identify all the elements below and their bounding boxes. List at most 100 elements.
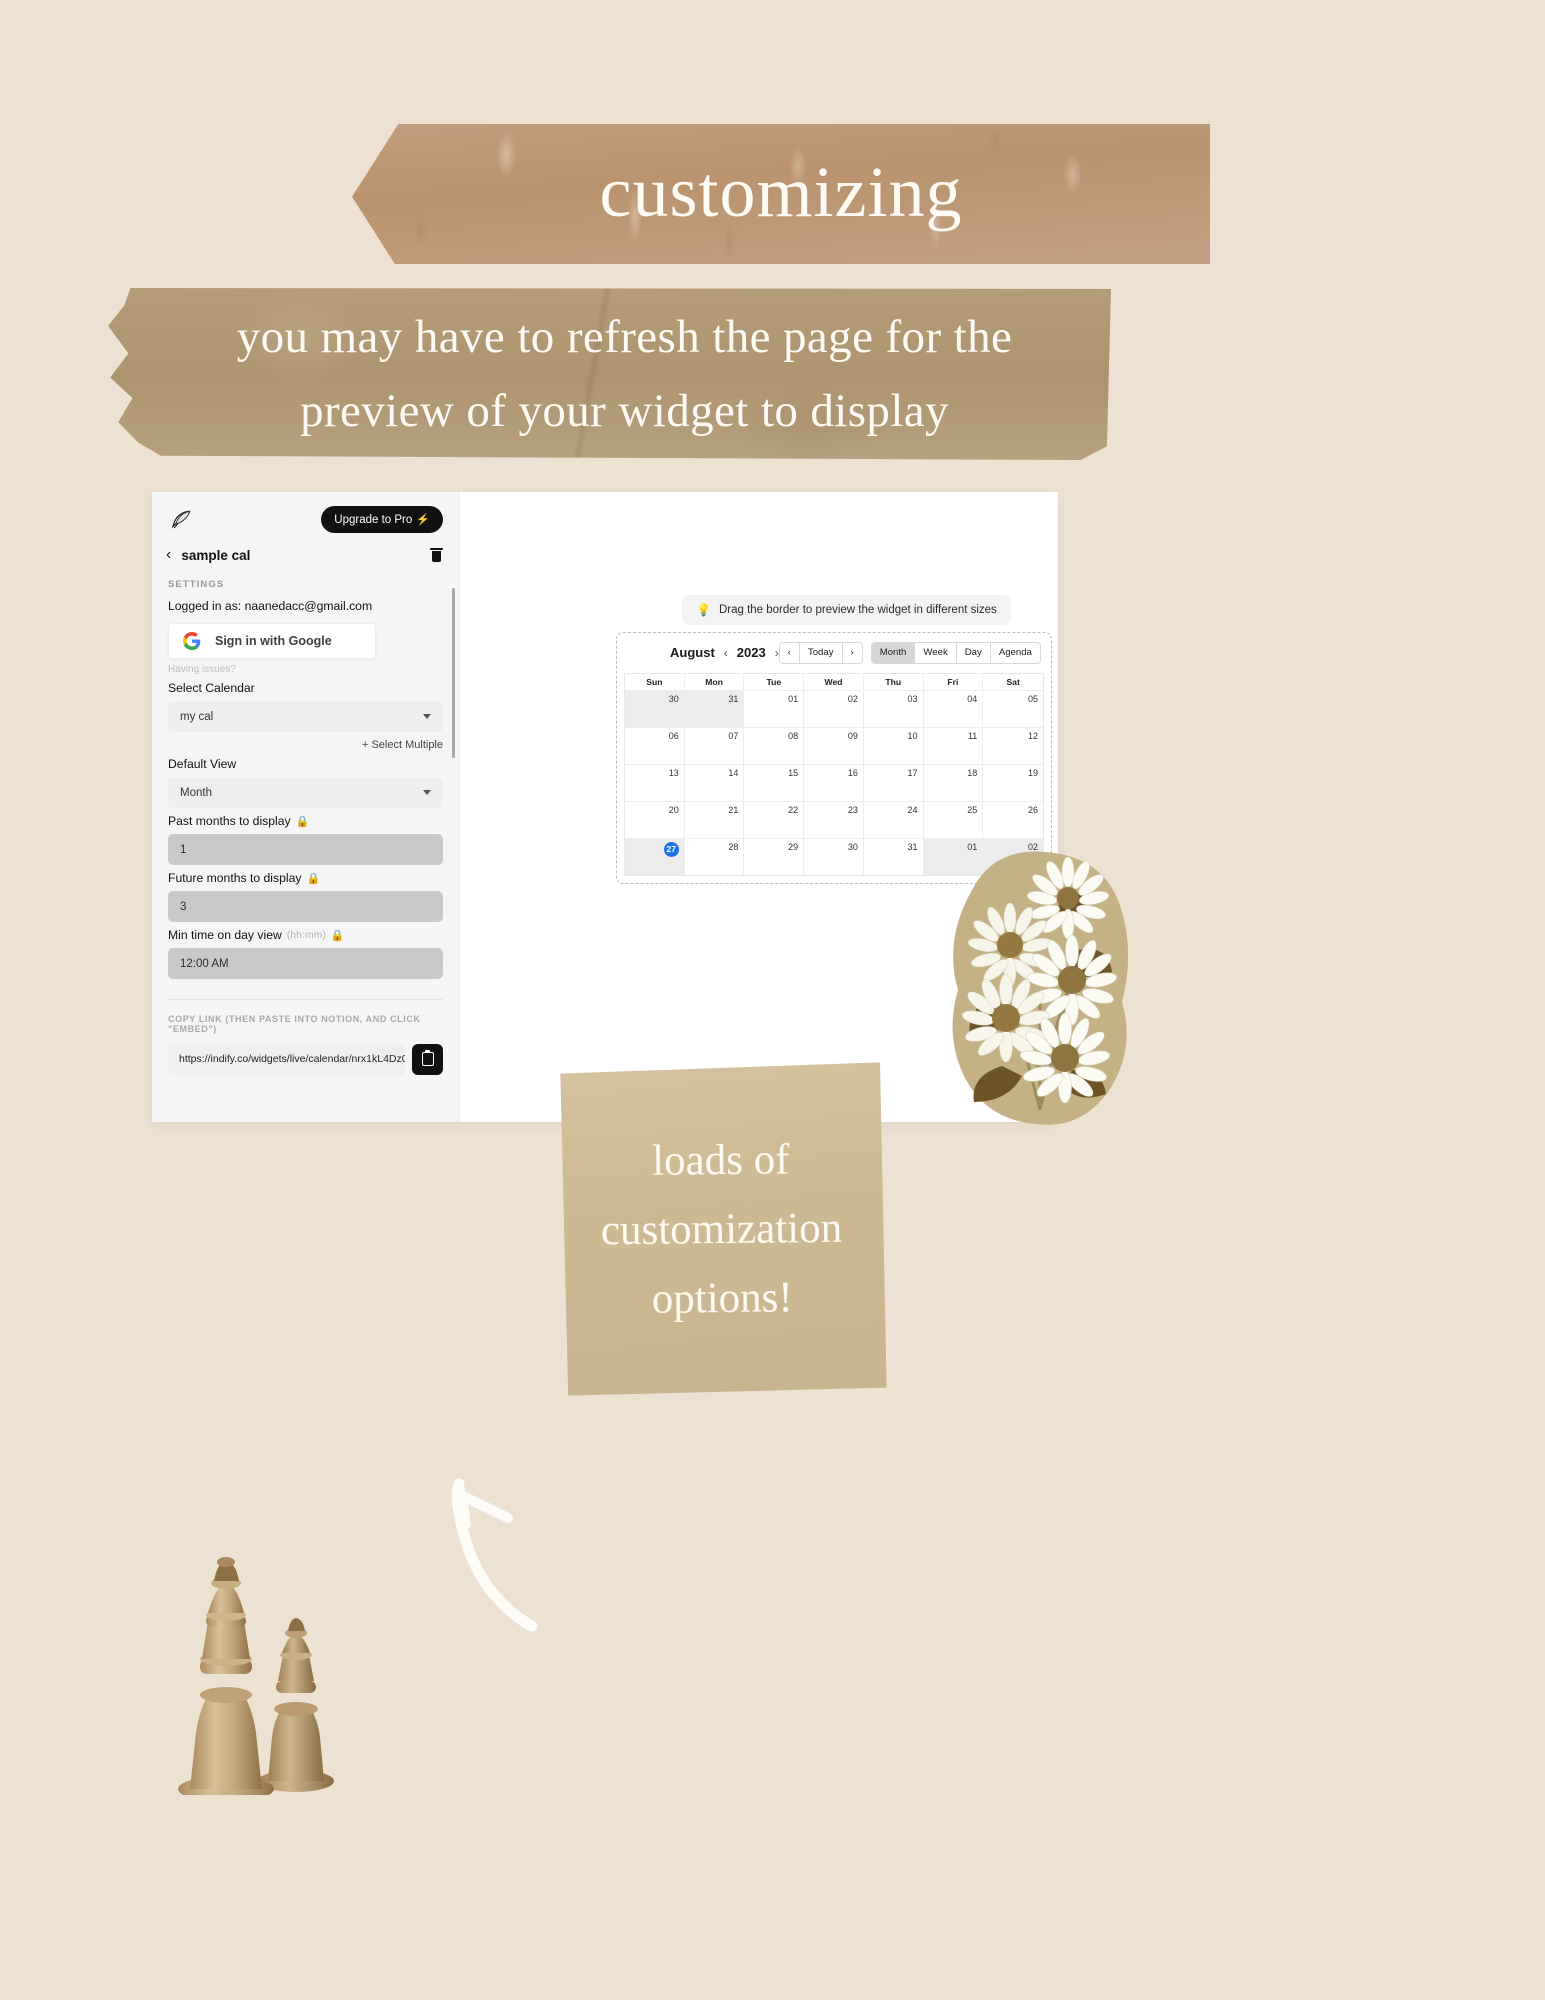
calendar-day-cell[interactable]: 13 xyxy=(625,764,685,801)
copy-link-label: COPY LINK (THEN PASTE INTO NOTION, AND C… xyxy=(168,1014,421,1034)
select-calendar-dropdown[interactable]: my cal xyxy=(168,701,443,732)
calendar-day-cell[interactable]: 09 xyxy=(804,727,864,764)
chevron-left-icon[interactable]: ‹ xyxy=(724,646,728,660)
calendar-day-cell[interactable]: 01 xyxy=(744,690,805,727)
calendar-header: August ‹ 2023 › ‹ Today › Month Week Day… xyxy=(624,640,1044,673)
banner-note-line-1: you may have to refresh the page for the xyxy=(236,310,1013,363)
sidebar-scrollbar[interactable] xyxy=(451,588,455,758)
label-future-months: Future months to display 🔒 xyxy=(168,871,443,885)
copy-link-value: https://indify.co/widgets/live/calendar/… xyxy=(179,1053,405,1065)
calendar-day-cell[interactable]: 23 xyxy=(804,801,864,838)
clipboard-icon xyxy=(421,1049,434,1066)
calendar-day-cell[interactable]: 18 xyxy=(924,764,984,801)
logged-in-text: Logged in as: naanedacc@gmail.com xyxy=(168,599,373,613)
calendar-day-cell[interactable]: 26 xyxy=(983,802,1043,838)
calendar-day-cell[interactable]: 30 xyxy=(625,690,685,727)
tip-text: Drag the border to preview the widget in… xyxy=(718,604,997,616)
settings-scroll-area[interactable]: SETTINGS Logged in as: naanedacc@gmail.c… xyxy=(152,579,459,1075)
chevron-left-icon[interactable]: ‹ xyxy=(166,547,171,563)
sticky-note-line-3: options! xyxy=(651,1273,793,1323)
calendar-week-row: 30 31 01 02 03 04 05 xyxy=(625,689,1043,727)
calendar-day-cell[interactable]: 08 xyxy=(744,727,805,764)
past-months-input[interactable]: 1 xyxy=(168,834,443,865)
label-min-time: Min time on day view (hh:mm) 🔒 xyxy=(168,928,443,942)
calendar-day-cell[interactable]: 25 xyxy=(924,801,984,838)
banner-refresh-note: you may have to refresh the page for the… xyxy=(108,288,1111,460)
dayname-wed: Wed xyxy=(804,673,864,690)
calendar-day-cell[interactable]: 06 xyxy=(625,727,685,764)
view-day-button[interactable]: Day xyxy=(956,643,991,663)
min-time-input[interactable]: 12:00 AM xyxy=(168,948,443,979)
dayname-sun: Sun xyxy=(625,673,685,690)
calendar-day-cell[interactable]: 15 xyxy=(744,764,805,801)
app-screenshot-window: Upgrade to Pro ⚡ ‹ sample cal SETTINGS L… xyxy=(152,492,1058,1122)
view-agenda-button[interactable]: Agenda xyxy=(990,643,1040,663)
calendar-day-cell[interactable]: 02 xyxy=(804,690,864,727)
calendar-day-cell[interactable]: 30 xyxy=(804,838,864,875)
banner-customizing: customizing xyxy=(352,124,1210,264)
calendar-controls: ‹ Today › Month Week Day Agenda xyxy=(778,642,1041,664)
calendar-day-cell[interactable]: 27 xyxy=(625,838,685,875)
copy-link-button[interactable] xyxy=(412,1043,443,1075)
trash-icon[interactable] xyxy=(430,547,443,563)
dayname-fri: Fri xyxy=(924,673,984,690)
calendar-day-cell[interactable]: 20 xyxy=(625,801,685,838)
copy-link-input[interactable]: https://indify.co/widgets/live/calendar/… xyxy=(168,1043,405,1075)
calendar-day-cell[interactable]: 05 xyxy=(983,691,1043,727)
calendar-day-cell[interactable]: 24 xyxy=(864,801,924,838)
calendar-day-cell[interactable]: 17 xyxy=(864,764,924,801)
sign-in-with-google-button[interactable]: Sign in with Google xyxy=(168,623,376,659)
dayname-tue: Tue xyxy=(744,673,805,690)
min-time-value: 12:00 AM xyxy=(180,957,229,970)
default-view-dropdown[interactable]: Month xyxy=(168,777,443,808)
copy-link-row: https://indify.co/widgets/live/calendar/… xyxy=(168,1043,443,1075)
dayname-sat: Sat xyxy=(1006,676,1020,687)
nav-next-button[interactable]: › xyxy=(842,643,862,663)
lock-icon: 🔒 xyxy=(306,872,321,885)
lightbulb-icon: 💡 xyxy=(696,603,711,617)
calendar-day-cell[interactable]: 29 xyxy=(744,838,805,875)
nav-prev-button[interactable]: ‹ xyxy=(779,643,800,663)
calendar-day-cell[interactable]: 14 xyxy=(685,764,745,801)
chevron-down-icon xyxy=(423,790,431,795)
calendar-day-cell[interactable]: 22 xyxy=(744,801,805,838)
view-week-button[interactable]: Week xyxy=(915,643,957,663)
default-view-value: Month xyxy=(180,786,212,799)
calendar-nav-group: ‹ Today › xyxy=(778,642,863,664)
label-default-view: Default View xyxy=(168,757,443,771)
view-month-button[interactable]: Month xyxy=(871,643,916,663)
calendar-week-row: 06 07 08 09 10 11 12 xyxy=(625,726,1043,764)
select-multiple-link[interactable]: + Select Multiple xyxy=(168,739,443,751)
min-time-hint: (hh:mm) xyxy=(286,929,326,941)
sidebar-header: Upgrade to Pro ⚡ xyxy=(152,492,459,533)
lock-icon: 🔒 xyxy=(330,929,345,942)
calendar-day-cell[interactable]: 11 xyxy=(924,727,984,764)
future-months-input[interactable]: 3 xyxy=(168,891,443,922)
calendar-day-cell[interactable]: 03 xyxy=(864,690,924,727)
feather-icon xyxy=(168,507,194,533)
label-text: Default View xyxy=(168,757,237,771)
having-issues-link[interactable]: Having issues? xyxy=(168,664,443,675)
calendar-year: 2023 xyxy=(736,645,766,661)
calendar-day-cell[interactable]: 12 xyxy=(983,728,1043,764)
calendar-day-cell[interactable]: 21 xyxy=(685,801,745,838)
calendar-day-cell[interactable]: 10 xyxy=(864,727,924,764)
calendar-day-cell[interactable]: 07 xyxy=(685,727,745,764)
drag-border-tip: 💡 Drag the border to preview the widget … xyxy=(682,595,1011,625)
label-text: Min time on day view xyxy=(168,928,282,942)
calendar-day-cell[interactable]: 19 xyxy=(983,765,1043,801)
calendar-day-cell[interactable]: 04 xyxy=(924,690,984,727)
calendar-day-cell[interactable]: 31 xyxy=(864,838,924,875)
bolt-icon: ⚡ xyxy=(416,514,430,526)
nav-today-button[interactable]: Today xyxy=(799,643,843,663)
calendar-view-group: Month Week Day Agenda xyxy=(870,642,1041,664)
past-months-value: 1 xyxy=(180,843,187,856)
calendar-day-cell[interactable]: 16 xyxy=(804,764,864,801)
sidebar-divider xyxy=(168,999,443,1000)
calendar-day-cell[interactable]: 31 xyxy=(684,690,745,727)
banner-note-line-2: preview of your widget to display xyxy=(300,385,949,437)
upgrade-to-pro-button[interactable]: Upgrade to Pro ⚡ xyxy=(321,506,443,533)
curved-arrow-icon xyxy=(336,1440,596,1640)
sticky-note-line-2: customization xyxy=(600,1204,843,1254)
calendar-day-cell[interactable]: 28 xyxy=(685,838,745,875)
